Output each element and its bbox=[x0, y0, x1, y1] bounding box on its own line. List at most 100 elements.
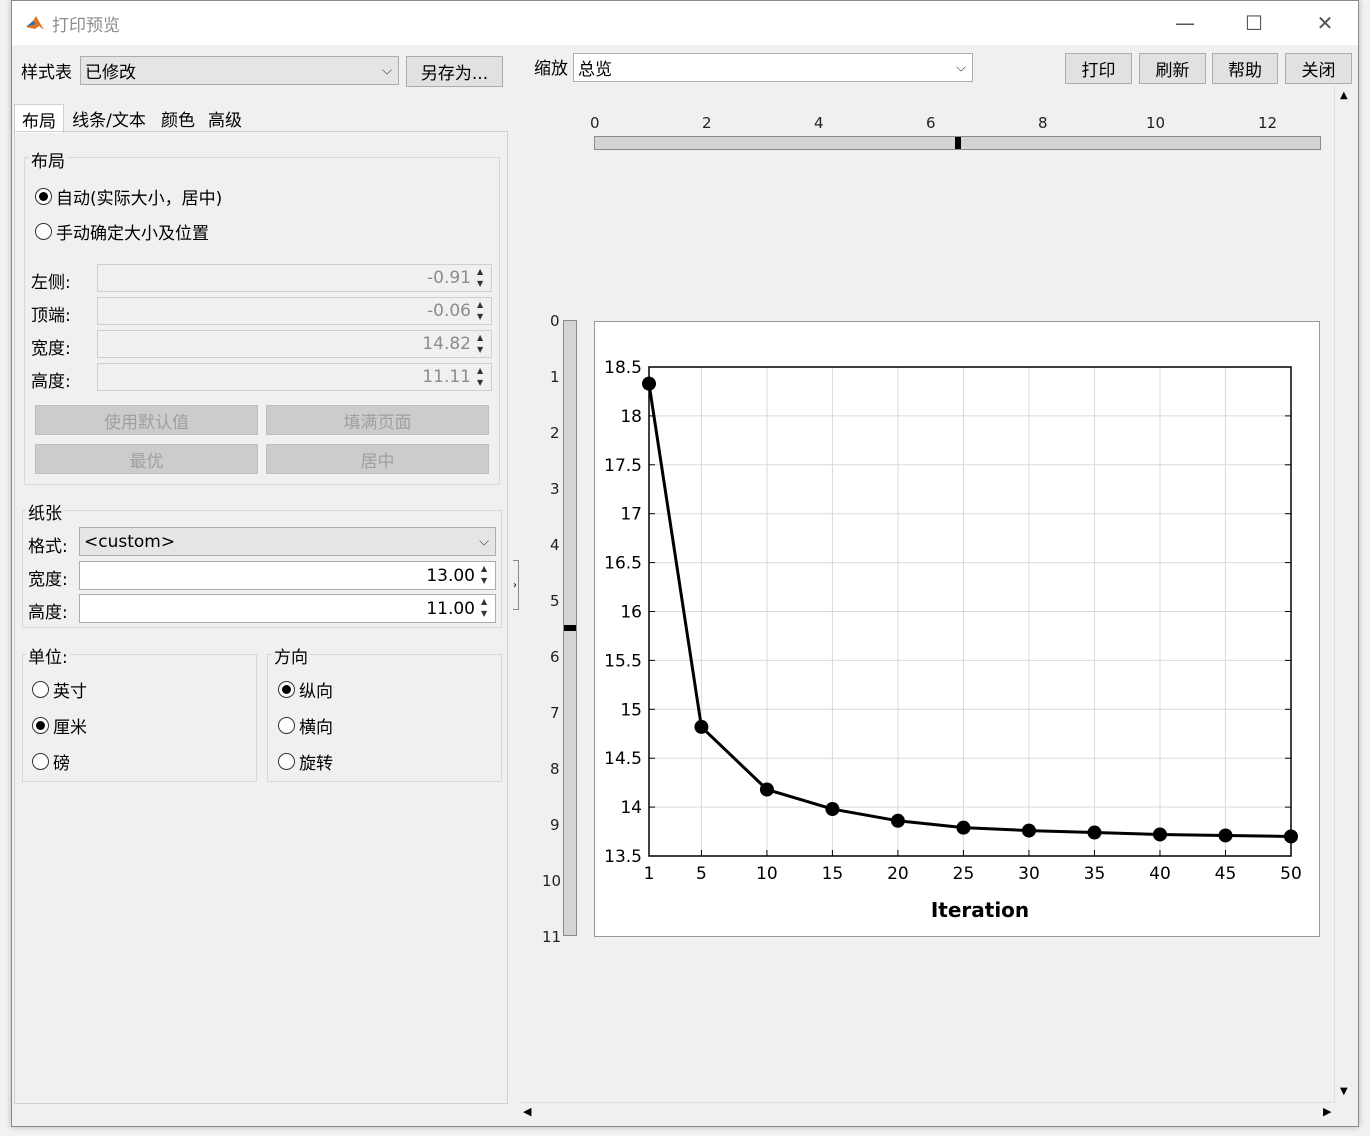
stylesheet-select[interactable]: 已修改 ⌵ bbox=[80, 56, 399, 85]
splitter-handle[interactable]: › bbox=[513, 560, 519, 610]
title-bar: 打印预览 — ☐ ✕ bbox=[12, 1, 1358, 45]
tab-layout[interactable]: 布局 bbox=[14, 104, 64, 133]
data-point bbox=[1087, 825, 1102, 840]
help-button[interactable]: 帮助 bbox=[1212, 53, 1278, 84]
format-value: <custom> bbox=[84, 531, 176, 552]
data-point bbox=[694, 719, 709, 734]
vertical-ruler[interactable] bbox=[563, 320, 577, 936]
data-point bbox=[956, 820, 971, 835]
close-window-icon[interactable]: ✕ bbox=[1290, 1, 1360, 45]
scroll-left-icon[interactable]: ◀ bbox=[523, 1105, 531, 1118]
zoom-value: 总览 bbox=[578, 60, 612, 80]
close-button[interactable]: 关闭 bbox=[1285, 53, 1352, 84]
tab-color[interactable]: 颜色 bbox=[156, 104, 200, 132]
y-tick-label: 17.5 bbox=[604, 456, 642, 476]
print-button[interactable]: 打印 bbox=[1065, 53, 1132, 84]
center-button[interactable]: 居中 bbox=[266, 444, 489, 474]
paper-width-label: 宽度: bbox=[28, 570, 68, 590]
data-point bbox=[1218, 828, 1233, 843]
vertical-ruler-tick: 7 bbox=[550, 704, 560, 722]
scroll-up-icon[interactable]: ▲ bbox=[1340, 90, 1348, 101]
top-value: -0.06 bbox=[427, 301, 471, 321]
vertical-scrollbar[interactable]: ▲ ▼ bbox=[1334, 86, 1357, 1102]
horizontal-scrollbar[interactable]: ◀ ▶ bbox=[519, 1102, 1337, 1123]
line-chart: 1 5 10 15 20 25 30 35 40 45 5013.51414.51515.51616… bbox=[604, 358, 1302, 922]
data-point bbox=[1021, 823, 1036, 838]
units-inch-radio[interactable]: 英寸 bbox=[32, 677, 87, 702]
y-tick-label: 15.5 bbox=[604, 651, 642, 671]
spin-arrows-icon[interactable]: ▲ ▼ bbox=[477, 365, 490, 389]
orientation-group-label: 方向 bbox=[272, 643, 310, 668]
horizontal-ruler[interactable] bbox=[594, 136, 1321, 150]
manual-size-radio[interactable]: 手动确定大小及位置 bbox=[35, 219, 209, 244]
spin-arrows-icon[interactable]: ▲ ▼ bbox=[477, 299, 490, 323]
ruler-marker-horizontal[interactable] bbox=[955, 137, 961, 149]
paper-height-field[interactable]: 11.00 ▲ ▼ bbox=[79, 594, 496, 623]
format-select[interactable]: <custom> ⌵ bbox=[79, 527, 496, 556]
tab-advanced[interactable]: 高级 bbox=[202, 104, 248, 132]
ruler-marker-vertical[interactable] bbox=[564, 625, 576, 631]
units-inch-label: 英寸 bbox=[53, 682, 87, 702]
x-tick-label: 40 bbox=[1149, 864, 1171, 884]
radio-unselected-icon bbox=[32, 681, 49, 698]
horizontal-ruler-tick: 12 bbox=[1258, 114, 1278, 132]
height-field[interactable]: 11.11 ▲ ▼ bbox=[97, 363, 492, 391]
fill-page-button[interactable]: 填满页面 bbox=[266, 405, 489, 435]
left-label: 左侧: bbox=[31, 273, 71, 293]
spin-arrows-icon[interactable]: ▲ ▼ bbox=[481, 596, 494, 620]
scroll-down-icon[interactable]: ▼ bbox=[1340, 1086, 1348, 1097]
units-pound-radio[interactable]: 磅 bbox=[32, 749, 70, 774]
top-field[interactable]: -0.06 ▲ ▼ bbox=[97, 297, 492, 325]
vertical-ruler-tick: 3 bbox=[550, 480, 560, 498]
vertical-ruler-tick: 1 bbox=[550, 368, 560, 386]
chevron-down-icon: ⌵ bbox=[479, 534, 489, 549]
paper-width-field[interactable]: 13.00 ▲ ▼ bbox=[79, 561, 496, 590]
auto-size-radio[interactable]: 自动(实际大小，居中) bbox=[35, 184, 222, 209]
scroll-right-icon[interactable]: ▶ bbox=[1323, 1105, 1331, 1118]
data-point bbox=[1152, 827, 1167, 842]
y-tick-label: 14 bbox=[620, 798, 642, 818]
orientation-portrait-radio[interactable]: 纵向 bbox=[278, 677, 333, 702]
width-field[interactable]: 14.82 ▲ ▼ bbox=[97, 330, 492, 358]
x-tick-label: 25 bbox=[953, 864, 975, 884]
vertical-ruler-tick: 6 bbox=[550, 648, 560, 666]
format-label: 格式: bbox=[28, 537, 68, 557]
y-tick-label: 16.5 bbox=[604, 554, 642, 574]
spin-arrows-icon[interactable]: ▲ ▼ bbox=[477, 266, 490, 290]
paper-group-label: 纸张 bbox=[26, 499, 64, 524]
orientation-rotate-radio[interactable]: 旋转 bbox=[278, 749, 333, 774]
minimize-icon[interactable]: — bbox=[1150, 1, 1220, 45]
best-button[interactable]: 最优 bbox=[35, 444, 258, 474]
y-tick-label: 15 bbox=[620, 700, 642, 720]
use-default-button[interactable]: 使用默认值 bbox=[35, 405, 258, 435]
zoom-select[interactable]: 总览 ⌵ bbox=[573, 53, 973, 82]
horizontal-ruler-tick: 2 bbox=[702, 114, 712, 132]
orientation-landscape-radio[interactable]: 横向 bbox=[278, 713, 333, 738]
stylesheet-value: 已修改 bbox=[85, 63, 136, 83]
horizontal-ruler-tick: 8 bbox=[1038, 114, 1048, 132]
vertical-ruler-tick: 2 bbox=[550, 424, 560, 442]
left-field[interactable]: -0.91 ▲ ▼ bbox=[97, 264, 492, 292]
height-value: 11.11 bbox=[422, 367, 471, 387]
maximize-icon[interactable]: ☐ bbox=[1219, 1, 1289, 45]
y-tick-label: 17 bbox=[620, 505, 642, 525]
x-tick-label: 15 bbox=[822, 864, 844, 884]
spin-arrows-icon[interactable]: ▲ ▼ bbox=[477, 332, 490, 356]
x-tick-label: 5 bbox=[696, 864, 707, 884]
stylesheet-label: 样式表 bbox=[21, 63, 72, 83]
tab-lines-text[interactable]: 线条/文本 bbox=[64, 104, 154, 132]
chevron-down-icon: ⌵ bbox=[382, 63, 392, 78]
refresh-button[interactable]: 刷新 bbox=[1139, 53, 1206, 84]
y-tick-label: 16 bbox=[620, 603, 642, 623]
x-tick-label: 20 bbox=[887, 864, 909, 884]
units-cm-radio[interactable]: 厘米 bbox=[32, 713, 87, 738]
x-axis-label: Iteration bbox=[931, 898, 1029, 922]
horizontal-ruler-tick: 10 bbox=[1146, 114, 1166, 132]
paper-height-label: 高度: bbox=[28, 603, 68, 623]
top-label: 顶端: bbox=[31, 306, 71, 326]
radio-selected-icon bbox=[32, 717, 49, 734]
save-as-button[interactable]: 另存为... bbox=[406, 56, 503, 87]
vertical-ruler-tick: 10 bbox=[542, 872, 562, 890]
spin-arrows-icon[interactable]: ▲ ▼ bbox=[481, 563, 494, 587]
zoom-label: 缩放 bbox=[534, 59, 568, 79]
